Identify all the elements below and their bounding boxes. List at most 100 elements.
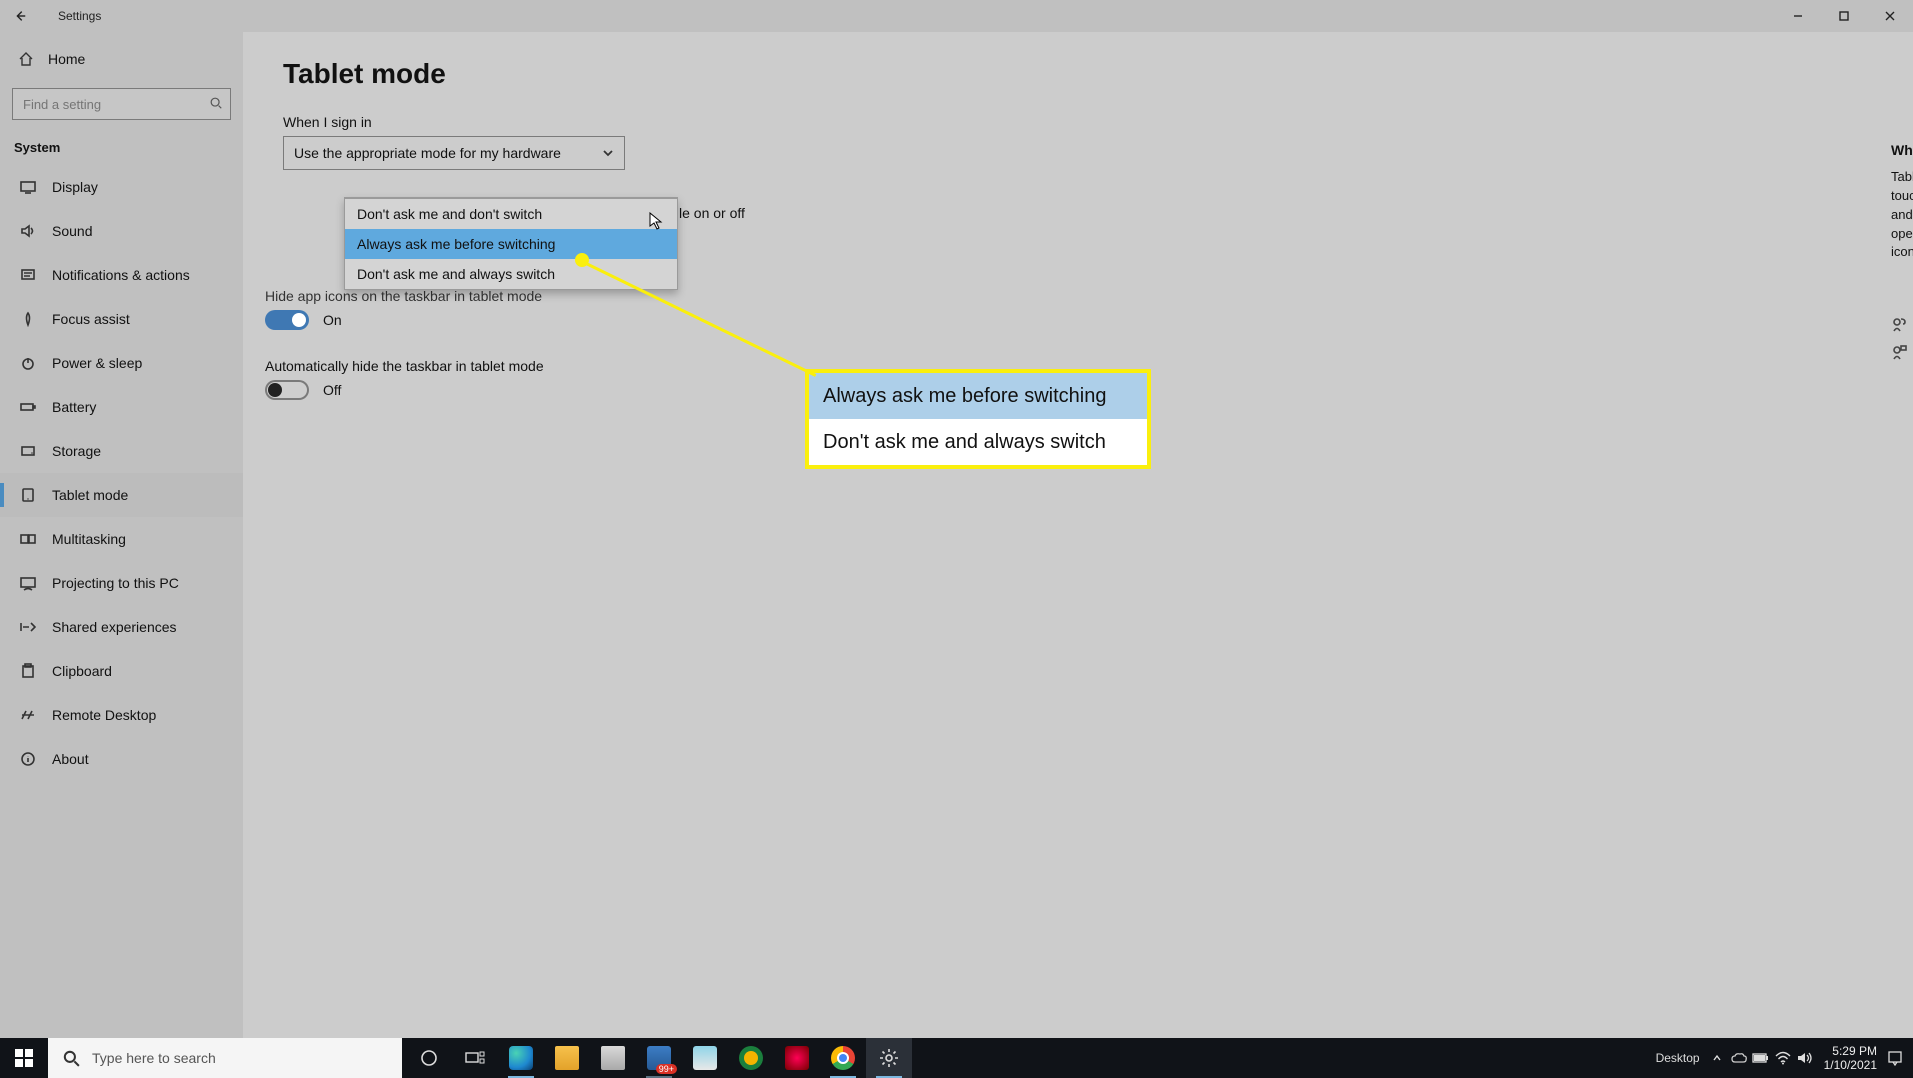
get-help-link[interactable]: Get help [1891,316,1913,332]
tray-onedrive[interactable] [1728,1038,1750,1078]
sidebar-item-focus-assist[interactable]: Focus assist [0,297,243,341]
volume-icon [1797,1051,1813,1065]
sound-icon [20,223,36,239]
sidebar-item-sound[interactable]: Sound [0,209,243,253]
shared-experiences-icon [20,619,36,635]
dropdown-option-selected[interactable]: Always ask me before switching [345,229,677,259]
switch-mode-label-fragment: le on or off [679,205,745,221]
tray-wifi[interactable] [1772,1038,1794,1078]
window-controls [1775,0,1913,32]
sidebar-item-projecting[interactable]: Projecting to this PC [0,561,243,605]
hide-icons-toggle-state: On [323,312,342,328]
sidebar-item-label: Notifications & actions [52,267,190,283]
switch-mode-dropdown[interactable]: Don't ask me and don't switch Always ask… [344,197,678,290]
sidebar-item-storage[interactable]: Storage [0,429,243,473]
display-icon [20,179,36,195]
window-title: Settings [58,9,101,23]
taskbar-edge[interactable] [498,1038,544,1078]
taskbar-weather[interactable] [682,1038,728,1078]
signin-combo[interactable]: Use the appropriate mode for my hardware [283,136,625,170]
sidebar-home[interactable]: Home [0,40,243,78]
tray-desktop-label[interactable]: Desktop [1650,1051,1706,1065]
sidebar-section-label: System [0,128,243,165]
annotation-dot [575,253,589,267]
taskbar-tips[interactable] [774,1038,820,1078]
sidebar-item-label: Projecting to this PC [52,575,179,591]
taskbar-tray: Desktop 5:29 PM 1/10/2021 [1650,1038,1913,1078]
clipboard-icon [20,663,36,679]
weather-icon [693,1046,717,1070]
sidebar-item-display[interactable]: Display [0,165,243,209]
auto-hide-toggle[interactable] [265,380,309,400]
info-body: Tablet mode optimizes your device for to… [1891,168,1913,262]
taskbar-file-explorer[interactable] [544,1038,590,1078]
battery-icon [1752,1052,1770,1064]
close-button[interactable] [1867,0,1913,32]
auto-hide-toggle-state: Off [323,382,341,398]
chrome-icon [831,1046,855,1070]
dropdown-option[interactable]: Don't ask me and don't switch [345,199,677,229]
taskbar-task-view[interactable] [452,1038,498,1078]
sidebar-item-remote-desktop[interactable]: Remote Desktop [0,693,243,737]
signin-combo-value: Use the appropriate mode for my hardware [294,145,561,161]
tablet-mode-icon [20,487,36,503]
search-icon [62,1049,80,1067]
focus-assist-icon [20,311,36,327]
sidebar-item-notifications[interactable]: Notifications & actions [0,253,243,297]
taskbar-microsoft-store[interactable] [590,1038,636,1078]
taskbar-clock[interactable]: 5:29 PM 1/10/2021 [1816,1044,1885,1073]
taskbar-cortana[interactable] [406,1038,452,1078]
taskbar-search[interactable]: Type here to search [48,1038,402,1078]
sidebar-item-clipboard[interactable]: Clipboard [0,649,243,693]
tray-battery[interactable] [1750,1038,1772,1078]
give-feedback-link[interactable]: Give feedback [1891,344,1913,360]
page: Tablet mode When I sign in Use the appro… [243,32,1913,170]
tray-volume[interactable] [1794,1038,1816,1078]
sidebar-item-tablet-mode[interactable]: Tablet mode [0,473,243,517]
sidebar-item-label: Power & sleep [52,355,142,371]
taskbar-chrome[interactable] [820,1038,866,1078]
annotation-row-2: Don't ask me and always switch [809,419,1147,465]
storage-icon [20,443,36,459]
sidebar-item-label: Focus assist [52,311,130,327]
taskbar-search-placeholder: Type here to search [92,1050,216,1066]
chevron-down-icon [602,147,614,159]
start-button[interactable] [0,1038,48,1078]
notifications-icon [1887,1050,1903,1066]
minimize-button[interactable] [1775,0,1821,32]
sidebar-item-label: Sound [52,223,92,239]
gear-icon [879,1048,899,1068]
feedback-icon [1891,344,1907,360]
cursor-icon [649,212,665,233]
projecting-icon [20,575,36,591]
maximize-button[interactable] [1821,0,1867,32]
sidebar-item-about[interactable]: About [0,737,243,781]
taskbar-settings[interactable] [866,1038,912,1078]
hide-icons-label: Hide app icons on the taskbar in tablet … [265,288,542,304]
sidebar-search[interactable] [12,88,231,120]
taskbar-snip-sketch[interactable]: 99+ [636,1038,682,1078]
signin-label: When I sign in [283,114,1873,130]
tray-notifications[interactable] [1885,1038,1905,1078]
sidebar-item-battery[interactable]: Battery [0,385,243,429]
sidebar-item-shared-experiences[interactable]: Shared experiences [0,605,243,649]
back-button[interactable] [6,2,34,30]
file-explorer-icon [555,1046,579,1070]
hide-icons-toggle[interactable] [265,310,309,330]
sidebar-item-label: Tablet mode [52,487,128,503]
sidebar-item-power-sleep[interactable]: Power & sleep [0,341,243,385]
sidebar-item-label: Display [52,179,98,195]
sidebar: Home System Display Sound Notifications … [0,32,243,1038]
search-input[interactable] [12,88,231,120]
taskbar-feedback-hub[interactable] [728,1038,774,1078]
sidebar-home-label: Home [48,51,85,67]
taskbar-date: 1/10/2021 [1824,1058,1877,1072]
sidebar-item-label: Multitasking [52,531,126,547]
settings-window: Settings Home System Display Sound Notif… [0,0,1913,1038]
sidebar-item-label: Shared experiences [52,619,177,635]
tray-show-hidden[interactable] [1706,1038,1728,1078]
arrow-left-icon [13,9,27,23]
remote-desktop-icon [20,707,36,723]
sidebar-item-multitasking[interactable]: Multitasking [0,517,243,561]
wifi-icon [1775,1051,1791,1065]
